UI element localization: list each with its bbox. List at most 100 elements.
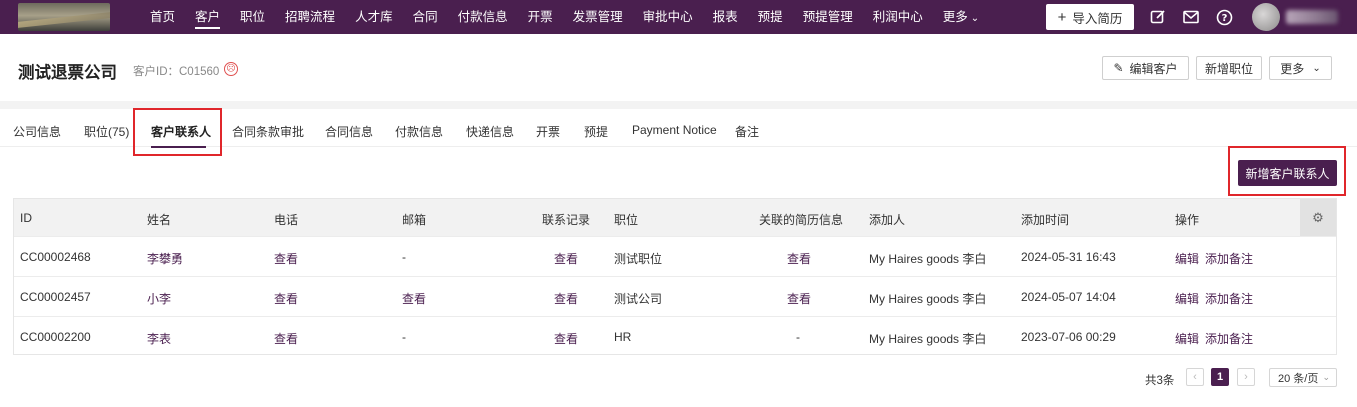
column-settings-gear-icon[interactable]: ⚙ — [1300, 199, 1336, 236]
main-nav: 首页 客户 职位 招聘流程 人才库 合同 付款信息 开票 发票管理 审批中心 报… — [140, 0, 989, 34]
plus-icon: + — [1057, 8, 1067, 26]
nav-item-recruiting-flow[interactable]: 招聘流程 — [275, 0, 345, 34]
table-row: CC00002468 李攀勇 查看 - 查看 测试职位 查看 My Haires… — [14, 236, 1336, 276]
chevron-down-icon: ⌄ — [970, 13, 980, 24]
content-panel: 公司信息 职位(75) 客户联系人 合同条款审批 合同信息 付款信息 快递信息 … — [0, 108, 1357, 407]
edit-client-button[interactable]: ✎ 编辑客户 — [1102, 56, 1189, 80]
column-header-added-by: 添加人 — [869, 213, 906, 227]
cell-resume-view-link[interactable]: 查看 — [787, 250, 811, 267]
column-header-name: 姓名 — [147, 213, 172, 227]
tab-payment-notice[interactable]: Payment Notice — [632, 123, 717, 137]
tab-delivery-info[interactable]: 快递信息 — [466, 123, 514, 140]
cell-position: HR — [614, 330, 632, 344]
nav-item-home[interactable]: 首页 — [140, 0, 185, 34]
nav-item-invoicing[interactable]: 开票 — [518, 0, 563, 34]
client-header: 测试退票公司 客户ID：C01560 ☹ ✎ 编辑客户 新增职位 更多 ⌄ — [0, 34, 1357, 101]
avatar[interactable] — [1252, 3, 1280, 31]
chevron-down-icon: ⌄ — [1322, 372, 1330, 382]
header-more-button[interactable]: 更多 ⌄ — [1269, 56, 1332, 80]
cell-record-view-link[interactable]: 查看 — [554, 330, 578, 347]
tab-jobs[interactable]: 职位(75) — [84, 123, 129, 140]
cell-record-view-link[interactable]: 查看 — [554, 290, 578, 307]
column-header-linked-resume: 关联的简历信息 — [759, 213, 844, 227]
active-tab-indicator — [151, 146, 206, 148]
prev-page-button[interactable]: ‹ — [1186, 368, 1204, 386]
add-note-link[interactable]: 添加备注 — [1205, 330, 1253, 347]
nav-item-reports[interactable]: 报表 — [703, 0, 748, 34]
add-job-button[interactable]: 新增职位 — [1196, 56, 1262, 80]
nav-item-invoice-mgmt[interactable]: 发票管理 — [563, 0, 633, 34]
cell-email-view-link[interactable]: 查看 — [402, 290, 426, 307]
client-id: 客户ID：C01560 — [133, 66, 220, 78]
next-page-button[interactable]: › — [1237, 368, 1255, 386]
sad-face-icon: ☹ — [224, 62, 238, 76]
cell-name-link[interactable]: 小李 — [147, 290, 171, 307]
table-row: CC00002200 李表 查看 - 查看 HR - My Haires goo… — [14, 316, 1336, 356]
cell-email: - — [402, 330, 406, 344]
help-icon[interactable]: ? — [1215, 8, 1233, 26]
cell-id: CC00002457 — [20, 290, 91, 304]
tab-client-contacts[interactable]: 客户联系人 — [151, 123, 211, 140]
edit-link[interactable]: 编辑 — [1175, 290, 1199, 307]
nav-item-accrual-mgmt[interactable]: 预提管理 — [793, 0, 863, 34]
column-header-email: 邮箱 — [402, 213, 427, 227]
cell-position: 测试职位 — [614, 252, 663, 266]
cell-phone-view-link[interactable]: 查看 — [274, 250, 298, 267]
user-name-blurred[interactable] — [1286, 10, 1338, 24]
cell-name-link[interactable]: 李表 — [147, 330, 171, 347]
import-resume-button[interactable]: + 导入简历 — [1046, 4, 1134, 30]
column-header-contact-record: 联系记录 — [542, 213, 591, 227]
column-header-phone: 电话 — [274, 213, 299, 227]
page-size-select[interactable]: 20 条/页 ⌄ — [1269, 368, 1337, 387]
tab-company-info[interactable]: 公司信息 — [13, 123, 61, 140]
pencil-icon: ✎ — [1113, 61, 1124, 75]
edit-link[interactable]: 编辑 — [1175, 250, 1199, 267]
mail-icon[interactable] — [1182, 8, 1200, 26]
add-job-label: 新增职位 — [1204, 61, 1253, 76]
add-client-contact-button[interactable]: 新增客户联系人 — [1238, 160, 1337, 186]
cell-record-view-link[interactable]: 查看 — [554, 250, 578, 267]
page-button-current[interactable]: 1 — [1211, 368, 1229, 386]
nav-item-contract[interactable]: 合同 — [403, 0, 448, 34]
edit-link[interactable]: 编辑 — [1175, 330, 1199, 347]
nav-item-talent-pool[interactable]: 人才库 — [345, 0, 403, 34]
column-header-id: ID — [20, 211, 32, 225]
cell-id: CC00002200 — [20, 330, 91, 344]
nav-item-jobs[interactable]: 职位 — [230, 0, 275, 34]
cell-name-link[interactable]: 李攀勇 — [147, 250, 183, 267]
edit-square-icon[interactable] — [1149, 8, 1167, 26]
nav-item-payment[interactable]: 付款信息 — [448, 0, 518, 34]
table-header: ID 姓名 电话 邮箱 联系记录 职位 关联的简历信息 添加人 添加时间 操作 … — [14, 199, 1336, 236]
nav-more-menu[interactable]: 更多 ⌄ — [933, 0, 989, 34]
edit-client-label: 编辑客户 — [1129, 61, 1178, 76]
nav-item-profit-center[interactable]: 利润中心 — [863, 0, 933, 34]
nav-item-approval-center[interactable]: 审批中心 — [633, 0, 703, 34]
table-row: CC00002457 小李 查看 查看 查看 测试公司 查看 My Haires… — [14, 276, 1336, 316]
logo[interactable] — [18, 3, 110, 31]
header-more-label: 更多 — [1280, 61, 1305, 76]
cell-resume-view-link[interactable]: 查看 — [787, 290, 811, 307]
cell-added-time: 2024-05-07 14:04 — [1021, 290, 1116, 304]
tab-contract-terms-approval[interactable]: 合同条款审批 — [232, 123, 304, 140]
tab-payment-info[interactable]: 付款信息 — [395, 123, 443, 140]
add-note-link[interactable]: 添加备注 — [1205, 250, 1253, 267]
add-note-link[interactable]: 添加备注 — [1205, 290, 1253, 307]
cell-id: CC00002468 — [20, 250, 91, 264]
cell-phone-view-link[interactable]: 查看 — [274, 330, 298, 347]
import-resume-label: 导入简历 — [1072, 11, 1123, 26]
tab-notes[interactable]: 备注 — [735, 123, 759, 140]
cell-added-time: 2024-05-31 16:43 — [1021, 250, 1116, 264]
tab-invoicing[interactable]: 开票 — [536, 123, 560, 140]
top-navbar: 首页 客户 职位 招聘流程 人才库 合同 付款信息 开票 发票管理 审批中心 报… — [0, 0, 1357, 34]
nav-item-client[interactable]: 客户 — [185, 0, 230, 34]
tab-bar: 公司信息 职位(75) 客户联系人 合同条款审批 合同信息 付款信息 快递信息 … — [0, 109, 1357, 148]
cell-phone-view-link[interactable]: 查看 — [274, 290, 298, 307]
nav-item-accrual[interactable]: 预提 — [748, 0, 793, 34]
column-header-position: 职位 — [614, 213, 639, 227]
tab-contract-info[interactable]: 合同信息 — [325, 123, 373, 140]
tab-accrual[interactable]: 预提 — [584, 123, 608, 140]
cell-added-by: My Haires goods 李白 — [869, 292, 987, 306]
cell-added-time: 2023-07-06 00:29 — [1021, 330, 1116, 344]
cell-added-by: My Haires goods 李白 — [869, 332, 987, 346]
svg-text:?: ? — [1221, 13, 1227, 24]
